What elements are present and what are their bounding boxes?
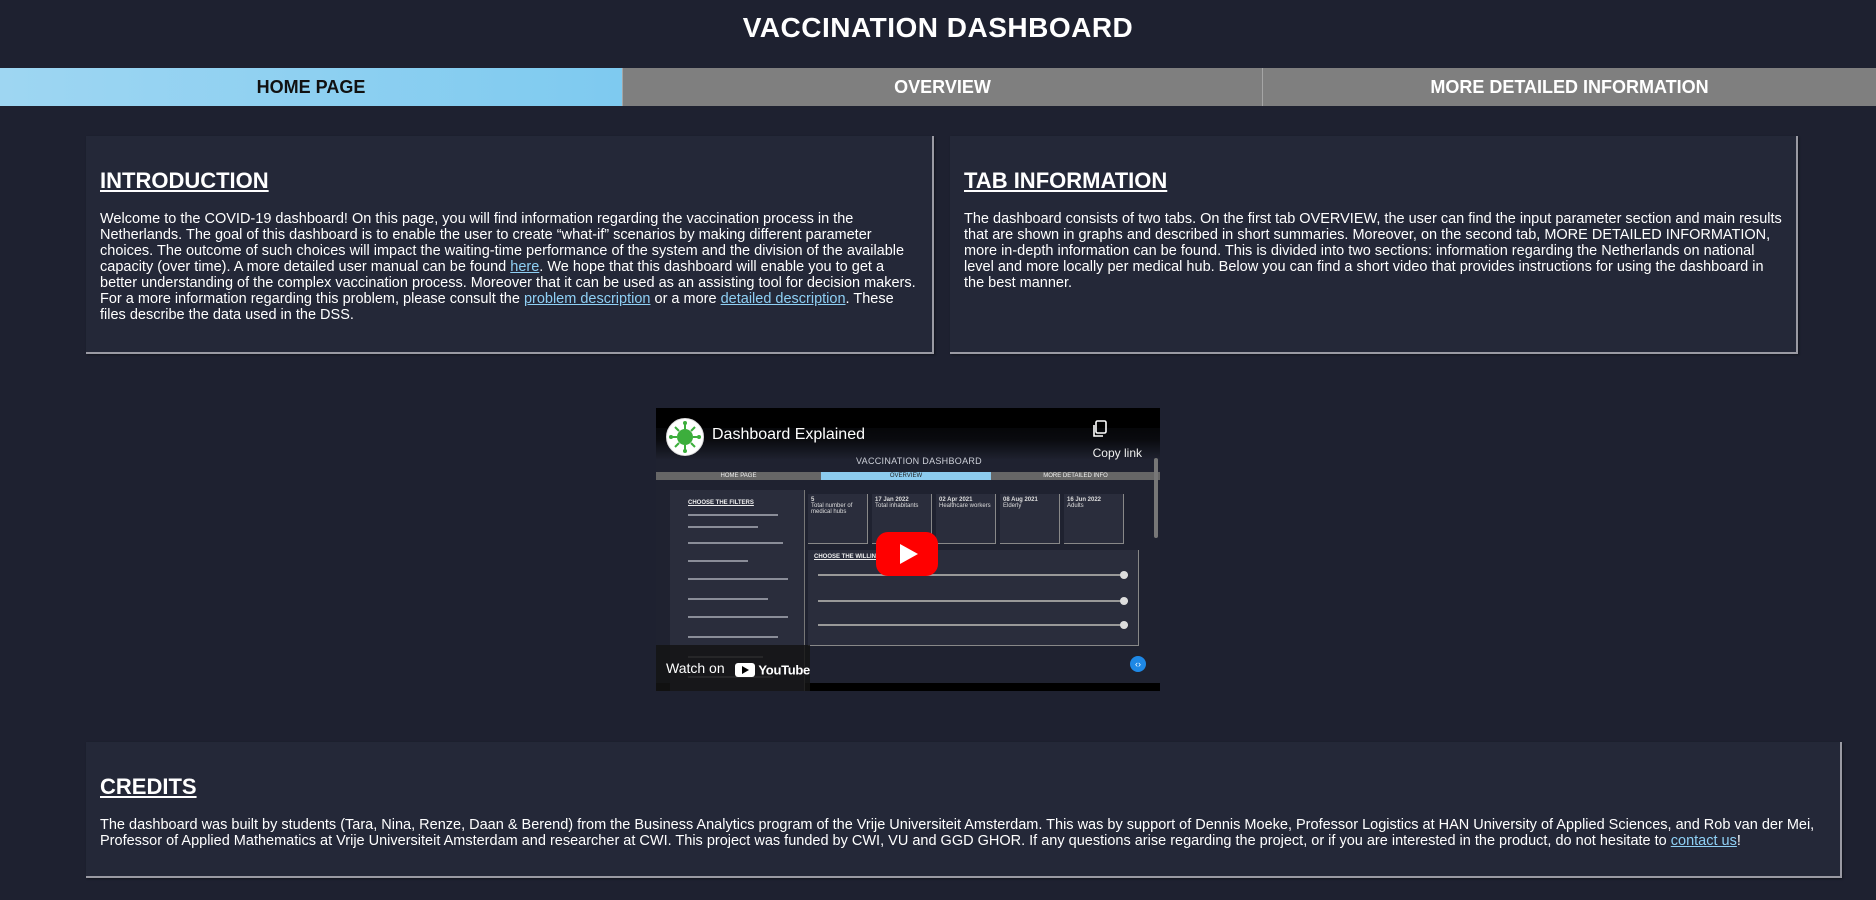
watch-on-label: Watch on <box>666 660 725 676</box>
watch-on-youtube-button[interactable]: Watch on YouTube <box>656 645 810 691</box>
tab-bar: HOME PAGE OVERVIEW MORE DETAILED INFORMA… <box>0 68 1876 106</box>
tab-information-card: TAB INFORMATION The dashboard consists o… <box>950 136 1798 354</box>
user-manual-link[interactable]: here <box>510 259 539 275</box>
video-inner-slider <box>818 597 1128 605</box>
credits-heading: CREDITS <box>100 774 197 799</box>
youtube-logo-icon: YouTube <box>734 646 810 691</box>
tab-home-page[interactable]: HOME PAGE <box>0 68 622 106</box>
code-icon: ‹› <box>1130 656 1146 672</box>
video-inner-tabs: HOME PAGE OVERVIEW MORE DETAILED INFO <box>656 472 1160 480</box>
play-icon[interactable] <box>876 532 938 576</box>
problem-description-link[interactable]: problem description <box>524 291 651 307</box>
copy-link-icon[interactable] <box>1080 420 1120 443</box>
copy-link-label[interactable]: Copy link <box>1093 446 1142 460</box>
tab-information-text: The dashboard consists of two tabs. On t… <box>964 211 1782 291</box>
video-title[interactable]: Dashboard Explained <box>712 426 865 444</box>
video-inner-scrollbar <box>1154 458 1158 538</box>
video-inner-panel: CHOOSE THE WILLINGNESS <box>808 550 1139 646</box>
channel-avatar[interactable] <box>666 418 704 456</box>
contact-us-link[interactable]: contact us <box>1671 833 1737 849</box>
tab-overview[interactable]: OVERVIEW <box>622 68 1262 106</box>
video-inner-tab: OVERVIEW <box>821 472 991 480</box>
credits-card: CREDITS The dashboard was built by stude… <box>86 742 1842 878</box>
video-inner-slider <box>818 621 1128 629</box>
credits-text: The dashboard was built by students (Tar… <box>100 817 1826 849</box>
credits-text-part: The dashboard was built by students (Tar… <box>100 817 1815 849</box>
credits-text-part: ! <box>1736 833 1741 849</box>
tab-information-heading: TAB INFORMATION <box>964 168 1168 193</box>
detailed-description-link[interactable]: detailed description <box>721 291 846 307</box>
video-inner-tab: HOME PAGE <box>656 472 821 480</box>
introduction-text: Welcome to the COVID-19 dashboard! On th… <box>100 211 918 323</box>
introduction-card: INTRODUCTION Welcome to the COVID-19 das… <box>86 136 934 354</box>
video-inner-box: 5 Total number of medical hubs <box>808 494 868 544</box>
video-inner-slider <box>818 571 1128 579</box>
tab-more-detailed-information[interactable]: MORE DETAILED INFORMATION <box>1262 68 1876 106</box>
video-inner-tab: MORE DETAILED INFO <box>991 472 1160 480</box>
video-inner-box: 02 Apr 2021 Healthcare workers <box>936 494 996 544</box>
virus-icon <box>669 421 701 453</box>
video-inner-box: 16 Jun 2022 Adults <box>1064 494 1124 544</box>
page-title: VACCINATION DASHBOARD <box>742 12 1134 43</box>
intro-text-part: or a more <box>650 291 721 307</box>
video-embed[interactable]: VACCINATION DASHBOARD HOME PAGE OVERVIEW… <box>656 408 1160 691</box>
video-inner-box: 08 Aug 2021 Elderly <box>1000 494 1060 544</box>
video-inner-filter-heading: CHOOSE THE FILTERS <box>688 500 754 506</box>
introduction-heading: INTRODUCTION <box>100 168 269 193</box>
